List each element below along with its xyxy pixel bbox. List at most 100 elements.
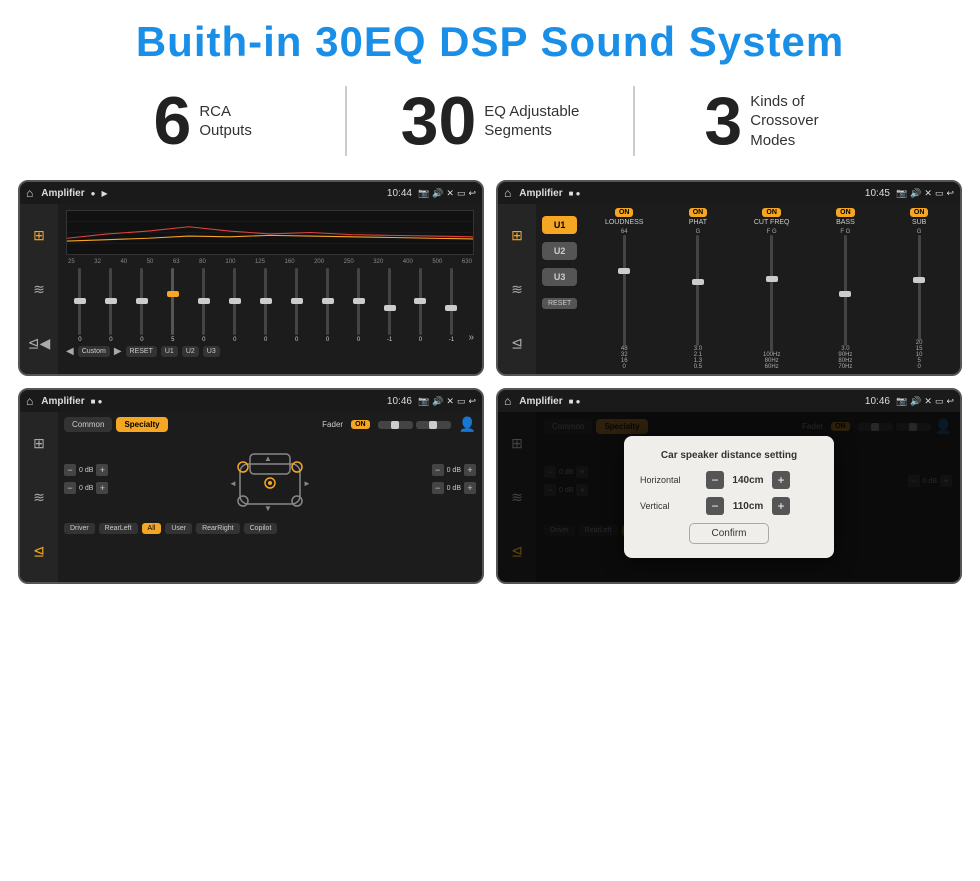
home-icon[interactable]: ⌂ — [26, 186, 33, 200]
db-plus-4[interactable]: + — [464, 482, 476, 494]
dialog-back-icon[interactable]: ↩ — [946, 396, 954, 407]
fader-bottom-buttons: Driver RearLeft All User RearRight Copil… — [64, 523, 476, 534]
crossover-reset-btn[interactable]: RESET — [542, 298, 577, 309]
fader-screen-title: Amplifier — [41, 396, 84, 407]
driver-btn[interactable]: Driver — [64, 523, 95, 534]
rear-left-btn[interactable]: RearLeft — [99, 523, 138, 534]
sub-slider[interactable]: G 20 15 10 5 0 — [916, 229, 923, 370]
eq-slider-8[interactable]: 0 — [283, 268, 311, 343]
eq-sliders: 0 0 0 5 0 — [66, 268, 474, 343]
db-plus-3[interactable]: + — [464, 464, 476, 476]
rear-right-btn[interactable]: RearRight — [196, 523, 240, 534]
crossover-sidebar-icon-2[interactable]: ≋ — [511, 281, 523, 298]
cutfreq-slider[interactable]: F G 100Hz 80Hz 60Hz — [763, 229, 780, 370]
fader-h-slider-2[interactable] — [416, 421, 451, 429]
eq-u3-btn[interactable]: U3 — [203, 346, 220, 357]
cutfreq-label: CUT FREQ — [754, 219, 790, 226]
loudness-slider[interactable]: 64 48 32 16 0 — [621, 229, 628, 370]
common-mode-btn[interactable]: Common — [64, 417, 112, 432]
speaker-layout: − 0 dB + − 0 dB + — [64, 439, 476, 519]
specialty-mode-btn[interactable]: Specialty — [116, 417, 167, 432]
dialog-dots: ■ ● — [569, 397, 581, 406]
dialog-horizontal-row: Horizontal − 140cm + — [640, 471, 818, 489]
fader-dots: ■ ● — [91, 397, 103, 406]
db-minus-2[interactable]: − — [64, 482, 76, 494]
crossover-sub-col: ON SUB G 20 15 10 5 0 — [884, 208, 954, 370]
confirm-button[interactable]: Confirm — [689, 523, 769, 544]
cutfreq-on-badge: ON — [762, 208, 781, 217]
db-minus-1[interactable]: − — [64, 464, 76, 476]
eq-slider-2[interactable]: 0 — [97, 268, 125, 343]
eq-reset-btn[interactable]: RESET — [126, 346, 157, 357]
eq-freq-labels: 2532 4050 6380 100125 160200 250320 4005… — [66, 259, 474, 265]
eq-slider-3[interactable]: 0 — [128, 268, 156, 343]
dialog-volume-icon: 🔊 — [910, 396, 921, 407]
eq-next-icon[interactable]: ▶ — [114, 346, 122, 357]
all-btn[interactable]: All — [142, 523, 162, 534]
db-plus-2[interactable]: + — [96, 482, 108, 494]
fader-h-slider-1[interactable] — [378, 421, 413, 429]
eq-sidebar-icon-2[interactable]: ≋ — [33, 281, 45, 298]
fader-sidebar-icon-1[interactable]: ⊞ — [33, 435, 45, 452]
horizontal-plus-btn[interactable]: + — [772, 471, 790, 489]
eq-dots-icon: ● — [91, 189, 96, 198]
eq-sidebar-icon-3[interactable]: ⊴◀ — [28, 335, 51, 352]
eq-slider-1[interactable]: 0 — [66, 268, 94, 343]
double-arrow-icon[interactable]: » — [468, 332, 474, 343]
crossover-close-icon: ✕ — [924, 188, 932, 199]
crossover-screen-title: Amplifier — [519, 188, 562, 199]
crossover-back-icon[interactable]: ↩ — [946, 188, 954, 199]
db-value-2: 0 dB — [79, 485, 93, 492]
eq-slider-11[interactable]: -1 — [376, 268, 404, 343]
eq-slider-10[interactable]: 0 — [345, 268, 373, 343]
db-minus-4[interactable]: − — [432, 482, 444, 494]
u1-button[interactable]: U1 — [542, 216, 577, 234]
fader-label: Fader — [322, 420, 343, 429]
copilot-btn[interactable]: Copilot — [244, 523, 278, 534]
vertical-plus-btn[interactable]: + — [772, 497, 790, 515]
eq-slider-5[interactable]: 0 — [190, 268, 218, 343]
horizontal-minus-btn[interactable]: − — [706, 471, 724, 489]
u3-button[interactable]: U3 — [542, 268, 577, 286]
eq-sidebar-icon-1[interactable]: ⊞ — [33, 227, 45, 244]
eq-slider-6[interactable]: 0 — [221, 268, 249, 343]
crossover-dots: ■ ● — [569, 189, 581, 198]
eq-prev-icon[interactable]: ◀ — [66, 346, 74, 357]
back-icon[interactable]: ↩ — [468, 188, 476, 199]
svg-text:◄: ◄ — [229, 479, 237, 488]
fader-on-badge: ON — [351, 420, 370, 429]
screen-eq-topbar: ⌂ Amplifier ● ▶ 10:44 📷 🔊 ✕ ▭ ↩ — [20, 182, 482, 204]
dialog-screen-title: Amplifier — [519, 396, 562, 407]
eq-u2-btn[interactable]: U2 — [182, 346, 199, 357]
eq-u1-btn[interactable]: U1 — [161, 346, 178, 357]
screen-fader-topbar: ⌂ Amplifier ■ ● 10:46 📷 🔊 ✕ ▭ ↩ — [20, 390, 482, 412]
crossover-home-icon[interactable]: ⌂ — [504, 186, 511, 200]
dialog-home-icon[interactable]: ⌂ — [504, 394, 511, 408]
eq-slider-13[interactable]: -1 — [437, 268, 465, 343]
stat-eq: 30 EQ AdjustableSegments — [347, 87, 632, 155]
bass-slider[interactable]: F G 3.0 90Hz 80Hz 70Hz — [838, 229, 852, 370]
user-btn[interactable]: User — [165, 523, 192, 534]
screen-eq-body: ⊞ ≋ ⊴◀ — [20, 204, 482, 374]
vertical-minus-btn[interactable]: − — [706, 497, 724, 515]
fader-back-icon[interactable]: ↩ — [468, 396, 476, 407]
phat-slider[interactable]: G 3.0 2.1 1.3 0.5 — [694, 229, 702, 370]
fader-sidebar-icon-3[interactable]: ⊴ — [33, 543, 45, 560]
phat-on-badge: ON — [689, 208, 708, 217]
eq-slider-7[interactable]: 0 — [252, 268, 280, 343]
eq-slider-4[interactable]: 5 — [159, 268, 187, 343]
db-plus-1[interactable]: + — [96, 464, 108, 476]
fader-sidebar-icon-2[interactable]: ≋ — [33, 489, 45, 506]
eq-sidebar: ⊞ ≋ ⊴◀ — [20, 204, 58, 374]
u2-button[interactable]: U2 — [542, 242, 577, 260]
crossover-sidebar-icon-3[interactable]: ⊴ — [511, 335, 523, 352]
eq-slider-9[interactable]: 0 — [314, 268, 342, 343]
fader-home-icon[interactable]: ⌂ — [26, 394, 33, 408]
eq-slider-12[interactable]: 0 — [406, 268, 434, 343]
db-minus-3[interactable]: − — [432, 464, 444, 476]
eq-custom-btn[interactable]: Custom — [78, 346, 110, 357]
crossover-sidebar-icon-1[interactable]: ⊞ — [511, 227, 523, 244]
speaker-right-controls: − 0 dB + − 0 dB + — [432, 464, 476, 494]
close-icon: ✕ — [446, 188, 454, 199]
dialog-camera-icon: 📷 — [896, 396, 907, 407]
